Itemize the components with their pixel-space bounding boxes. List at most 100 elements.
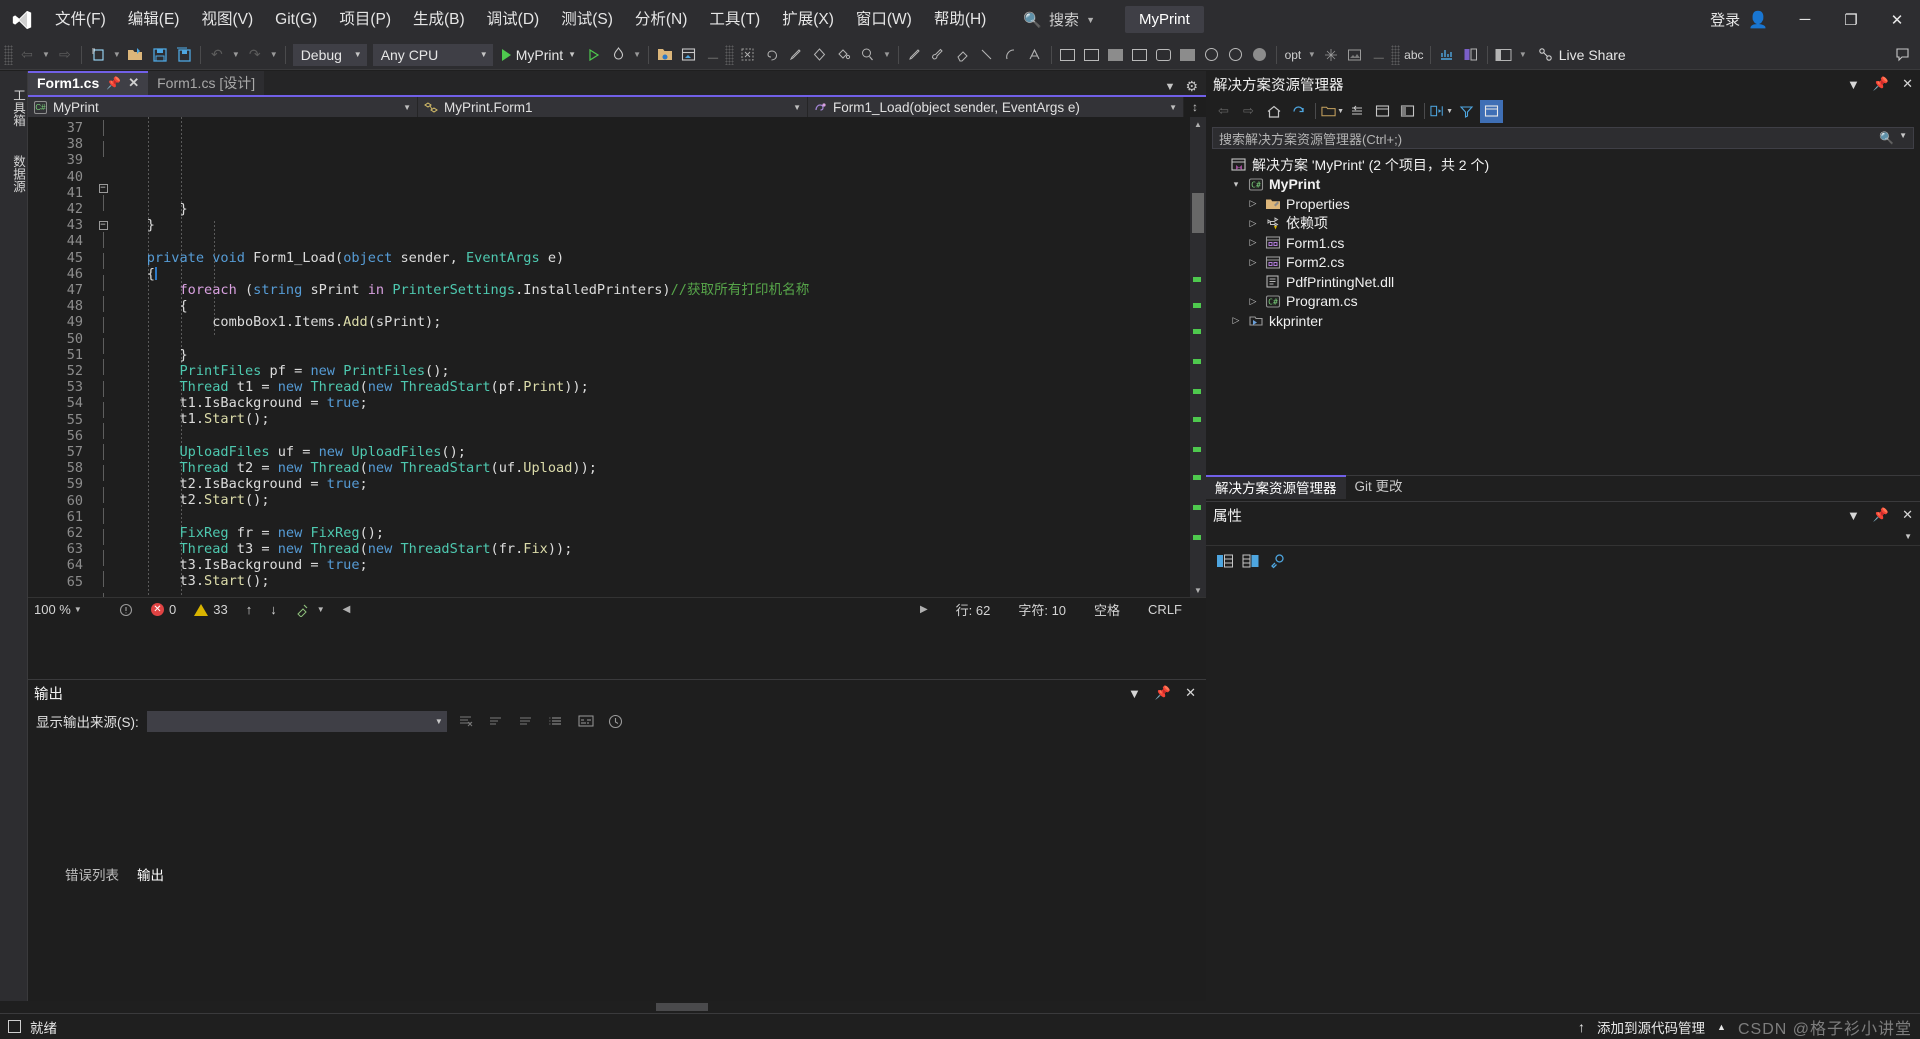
chevron-right-icon[interactable]: ▷ — [1246, 198, 1260, 209]
clear-all-icon[interactable] — [455, 710, 477, 732]
code-line[interactable] — [114, 331, 1190, 347]
ellipse-outline-1-icon[interactable] — [1200, 42, 1224, 68]
chevron-down-icon[interactable]: ▼ — [1847, 508, 1860, 523]
line-tool-icon[interactable] — [975, 42, 999, 68]
prev-issue-button[interactable]: ↑ — [237, 602, 262, 617]
code-line[interactable]: UploadFiles uf = new UploadFiles(); — [114, 444, 1190, 460]
eraser-icon[interactable] — [951, 42, 975, 68]
menu-file[interactable]: 文件(F) — [44, 0, 117, 40]
rectangle-outline-3-icon[interactable] — [1128, 42, 1152, 68]
split-editor-button[interactable]: ↕ — [1184, 97, 1206, 117]
sync-with-active-document-icon[interactable]: ▼ — [1430, 100, 1453, 123]
code-line[interactable]: private void Form1_Load(object sender, E… — [114, 250, 1190, 266]
code-line[interactable]: } — [114, 201, 1190, 217]
tab-solution-explorer[interactable]: 解决方案资源管理器 — [1206, 475, 1346, 499]
rounded-rect-icon[interactable] — [1152, 42, 1176, 68]
search-icon[interactable]: 🔍 — [1879, 131, 1894, 145]
menu-project[interactable]: 项目(P) — [328, 0, 402, 40]
tree-item[interactable]: ▷ Form1.cs — [1206, 233, 1920, 253]
code-editor[interactable]: 37 38 39 40 41 42 43 44 45 46 47 48 49 50 51 52 53 54 55 56… — [28, 117, 1206, 597]
live-share-button[interactable]: Live Share — [1530, 47, 1634, 63]
spiral-icon[interactable] — [760, 42, 784, 68]
fold-marker[interactable]: − — [92, 216, 114, 232]
navbar-class-select[interactable]: MyPrint.Form1 ▼ — [418, 97, 808, 117]
redo-icon[interactable]: ↷ — [243, 42, 267, 68]
chevron-right-icon[interactable]: ▷ — [1246, 218, 1260, 229]
navbar-project-select[interactable]: C# MyPrint ▼ — [28, 97, 418, 117]
arc-tool-icon[interactable] — [999, 42, 1023, 68]
source-control-label[interactable]: 添加到源代码管理 — [1597, 1017, 1705, 1037]
minus-icon[interactable]: ⚊ — [701, 42, 725, 68]
paint-bucket-icon[interactable] — [832, 42, 856, 68]
code-line[interactable]: t1.IsBackground = true; — [114, 395, 1190, 411]
properties-page-icon[interactable] — [1266, 550, 1288, 572]
tab-form1-cs-design[interactable]: Form1.cs [设计] — [148, 71, 265, 95]
breakpoint-margin[interactable] — [28, 117, 46, 597]
code-line[interactable]: t2.Start(); — [114, 492, 1190, 508]
line-ending-mode[interactable]: CRLF — [1134, 602, 1196, 617]
spellcheck-label[interactable]: abc — [1402, 42, 1426, 68]
hot-reload-dropdown-icon[interactable]: ▼ — [630, 50, 644, 59]
analysis-icon[interactable] — [110, 603, 142, 617]
horizontal-scrollbar[interactable] — [0, 1001, 1920, 1013]
code-line[interactable]: Thread t1 = new Thread(new ThreadStart(p… — [114, 379, 1190, 395]
zoom-control[interactable]: 100 % ▼ — [34, 602, 110, 617]
chevron-down-icon[interactable]: ▼ — [1847, 77, 1860, 92]
code-line[interactable] — [114, 428, 1190, 444]
code-line[interactable] — [114, 509, 1190, 525]
editor-scrollbar[interactable]: ▲ ▼ — [1190, 117, 1206, 597]
save-all-icon[interactable] — [172, 42, 196, 68]
menu-git[interactable]: Git(G) — [264, 0, 328, 40]
maximize-button[interactable]: ❐ — [1828, 0, 1874, 40]
pen-tool-icon[interactable] — [784, 42, 808, 68]
navigate-back-button[interactable]: ⇦ — [15, 42, 39, 68]
upload-icon[interactable]: ↑ — [1578, 1019, 1585, 1035]
code-line[interactable]: t3.Start(); — [114, 573, 1190, 589]
error-count[interactable]: ✕ 0 — [142, 602, 185, 617]
code-line[interactable]: Thread t2 = new Thread(new ThreadStart(u… — [114, 460, 1190, 476]
text-tool-icon[interactable] — [1023, 42, 1047, 68]
close-icon[interactable]: ✕ — [1185, 685, 1196, 701]
close-icon[interactable]: ✕ — [128, 75, 139, 91]
undo-icon[interactable]: ↶ — [205, 42, 229, 68]
back-icon[interactable]: ⇦ — [1212, 100, 1235, 123]
save-icon[interactable] — [148, 42, 172, 68]
ellipse-outline-2-icon[interactable] — [1224, 42, 1248, 68]
scrollbar-thumb[interactable] — [1192, 193, 1204, 233]
menu-help[interactable]: 帮助(H) — [923, 0, 998, 40]
toolbox-tab[interactable]: 工具箱 — [0, 79, 28, 137]
new-item-dropdown-icon[interactable]: ▼ — [110, 50, 124, 59]
scroll-up-icon[interactable]: ▲ — [1190, 117, 1206, 131]
menu-debug[interactable]: 调试(D) — [476, 0, 551, 40]
chevron-right-icon[interactable]: ▷ — [1229, 315, 1243, 326]
data-sources-tab[interactable]: 数据源 — [0, 145, 28, 203]
code-line[interactable] — [114, 590, 1190, 597]
new-item-icon[interactable] — [86, 42, 110, 68]
tree-item[interactable]: ▷ Properties — [1206, 194, 1920, 214]
minus-2-icon[interactable]: ⚊ — [1367, 42, 1391, 68]
chevron-right-icon[interactable]: ▷ — [1246, 296, 1260, 307]
minimize-button[interactable]: ─ — [1782, 0, 1828, 40]
menu-build[interactable]: 生成(B) — [402, 0, 476, 40]
menu-edit[interactable]: 编辑(E) — [117, 0, 191, 40]
show-all-files-icon[interactable]: ▼ — [1321, 100, 1344, 123]
preview-selected-items-icon[interactable] — [1480, 99, 1503, 123]
editor-settings-gear-icon[interactable]: ⚙ — [1185, 78, 1198, 95]
chevron-right-icon[interactable]: ▷ — [1246, 257, 1260, 268]
select-tool-icon[interactable] — [736, 42, 760, 68]
code-line[interactable]: t2.IsBackground = true; — [114, 476, 1190, 492]
warning-count[interactable]: 33 — [185, 602, 236, 617]
tab-list-dropdown-icon[interactable]: ▼ — [1165, 81, 1176, 93]
tab-output[interactable]: 输出 — [128, 865, 173, 887]
toggle-wordwrap-icon[interactable] — [485, 710, 507, 732]
view-code-icon[interactable] — [1371, 100, 1394, 123]
back-dropdown-icon[interactable]: ▼ — [39, 50, 53, 59]
code-line[interactable] — [114, 233, 1190, 249]
layout-dropdown-icon[interactable]: ▼ — [1516, 50, 1530, 59]
properties-window-icon[interactable] — [1396, 100, 1419, 123]
rectangle-outline-1-icon[interactable] — [1056, 42, 1080, 68]
tool-dropdown-icon[interactable]: ▼ — [880, 50, 894, 59]
pin-icon[interactable]: 📌 — [1873, 76, 1889, 92]
start-without-debugging-icon[interactable] — [582, 42, 606, 68]
pin-icon[interactable]: 📌 — [106, 76, 121, 90]
